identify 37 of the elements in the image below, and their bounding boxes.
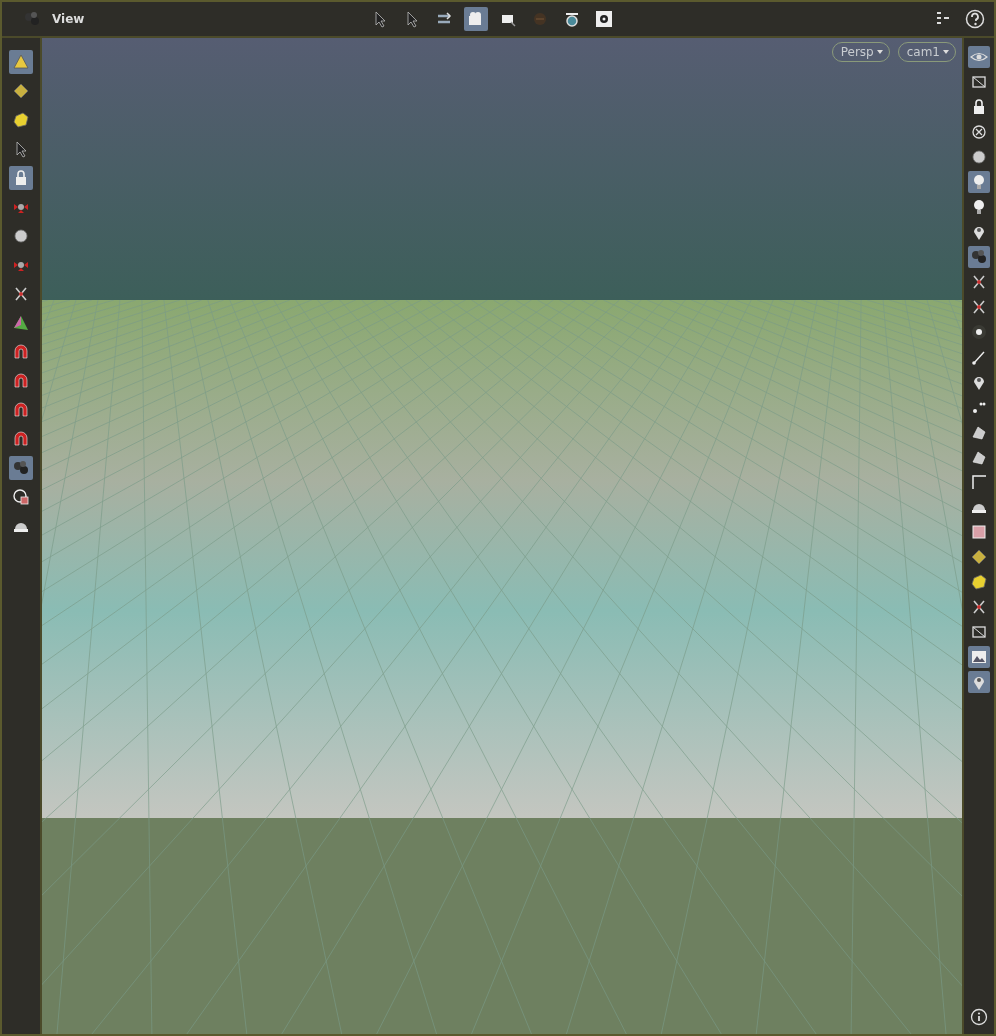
info-button[interactable] [968,1006,990,1028]
image-tool-button[interactable] [968,646,990,668]
magnet-icon [12,372,30,390]
image-icon [970,648,988,666]
cube-icon [12,111,30,129]
box-icon [970,623,988,641]
pyramid-tool-button[interactable] [9,50,33,74]
diamond-icon [970,548,988,566]
magnet-icon [12,430,30,448]
eye-tool-button[interactable] [968,46,990,68]
pane-title: View [52,12,85,26]
triangle-icon [12,314,30,332]
cluster-icon [23,10,41,28]
corner-icon [970,473,988,491]
cluster-icon [12,459,30,477]
cluster-tool-button[interactable] [9,456,33,480]
help-icon [965,9,985,29]
x-circle-icon [970,123,988,141]
info-icon [970,1008,988,1026]
cube-icon [970,573,988,591]
magnet-icon [12,401,30,419]
disc-icon [531,10,549,28]
caret-icon [943,50,949,54]
camera-tool-button[interactable] [464,7,488,31]
box-icon [970,73,988,91]
magnet-icon [12,343,30,361]
cube-tool-button[interactable] [968,571,990,593]
ring-icon [563,10,581,28]
caret-icon [876,50,883,54]
cluster-tool-button[interactable] [968,246,990,268]
pyramid-icon [12,53,30,71]
cluster-icon [970,248,988,266]
sphere-icon [12,227,30,245]
dot-icon [970,323,988,341]
diamond-icon [12,82,30,100]
sphere-icon [970,148,988,166]
square-icon [970,523,988,541]
